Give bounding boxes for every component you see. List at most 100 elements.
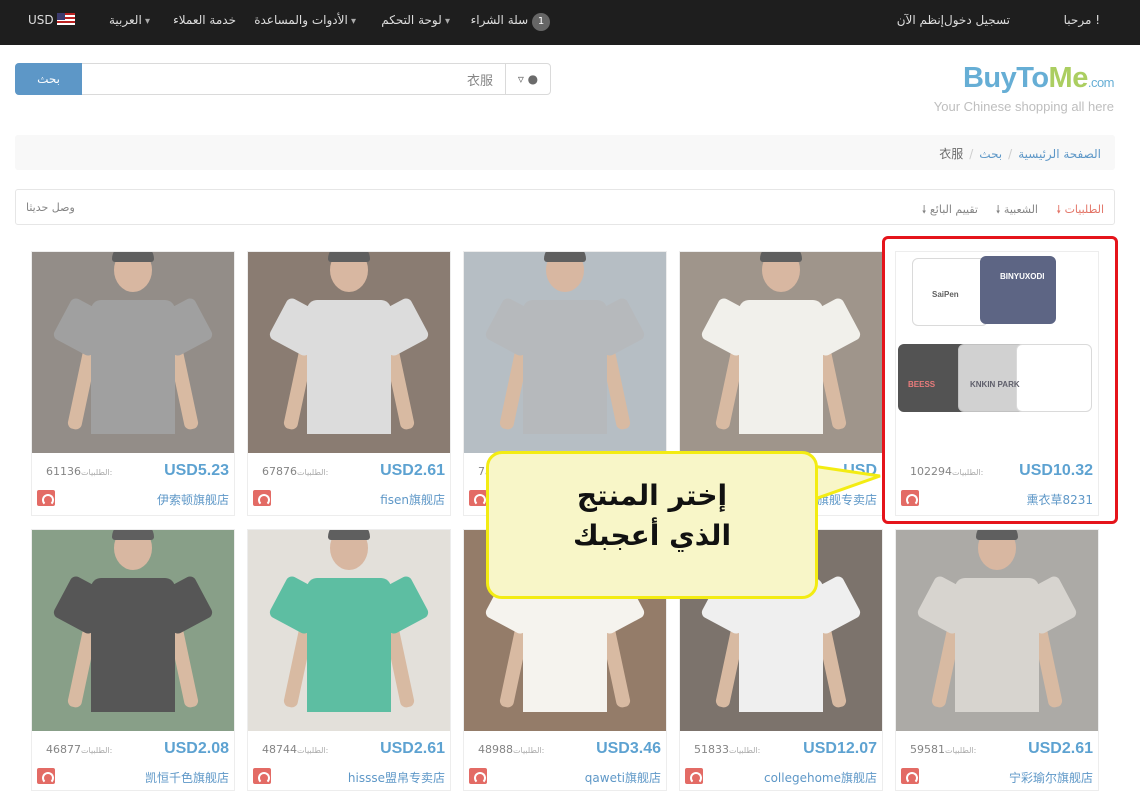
product-image[interactable] <box>464 252 666 453</box>
store-icon[interactable] <box>901 768 919 784</box>
user-icon: ▿ ● <box>517 72 539 86</box>
tshirt-illustration <box>267 252 431 435</box>
orders-label: الطلبيات: <box>513 746 545 755</box>
callout-line-2: الذي أعجبك <box>572 519 732 552</box>
product-card[interactable]: USD2.61 48744الطلبيات: hissse盟帛专卖店 <box>247 529 451 791</box>
orders-count: 48744 <box>262 743 297 756</box>
sort-by-orders[interactable]: 🠗 الطلبيات <box>1056 201 1104 220</box>
shop-name-link[interactable]: qaweti旗舰店 <box>585 769 661 786</box>
product-image[interactable] <box>32 530 234 731</box>
tshirt-illustration <box>915 530 1079 713</box>
product-orders: 48988الطلبيات: <box>478 743 544 756</box>
customer-service-link[interactable]: خدمة العملاء <box>173 13 236 27</box>
product-price: USD3.46 <box>596 740 661 757</box>
product-image[interactable] <box>248 530 450 731</box>
logo-part-me: Me <box>1048 62 1089 94</box>
product-orders: 67876الطلبيات: <box>262 465 328 478</box>
logo-slogan: Your Chinese shopping all here <box>933 99 1114 114</box>
language-menu[interactable]: العربية <box>109 13 150 27</box>
orders-label: الطلبيات: <box>945 746 977 755</box>
login-link[interactable]: تسجيل دخول <box>944 13 1010 27</box>
product-card[interactable]: USD2.08 46877الطلبيات: 凯恒千色旗舰店 <box>31 529 235 791</box>
us-flag-icon <box>57 13 76 25</box>
product-price: USD12.07 <box>803 740 877 757</box>
product-image[interactable] <box>896 530 1098 731</box>
tshirt-illustration <box>483 252 647 435</box>
store-icon[interactable] <box>253 768 271 784</box>
store-icon[interactable] <box>685 768 703 784</box>
tshirt-illustration <box>51 252 215 435</box>
product-orders: 51833الطلبيات: <box>694 743 760 756</box>
shop-name-link[interactable]: fisen旗舰店 <box>380 491 445 508</box>
product-card[interactable]: USD2.61 67876الطلبيات: fisen旗舰店 <box>247 251 451 516</box>
product-image[interactable] <box>32 252 234 453</box>
sort-by-seller-rating[interactable]: 🠗 تقييم البائع <box>922 201 978 220</box>
search-type-dropdown[interactable]: ▿ ● <box>506 64 550 94</box>
shop-name-link[interactable]: 宁彩瑜尔旗舰店 <box>1009 769 1093 786</box>
orders-count: 46877 <box>46 743 81 756</box>
shop-name-link[interactable]: 伊索顿旗舰店 <box>157 491 229 508</box>
search-button[interactable]: بحث <box>15 63 82 95</box>
store-icon[interactable] <box>469 490 487 506</box>
store-icon[interactable] <box>37 768 55 784</box>
currency-menu[interactable]: USD <box>28 13 76 27</box>
orders-label: الطلبيات: <box>81 746 113 755</box>
sort-down-icon: 🠗 <box>1056 203 1062 216</box>
product-image[interactable] <box>680 252 882 453</box>
tshirt-illustration <box>267 530 431 713</box>
store-icon[interactable] <box>469 768 487 784</box>
join-link[interactable]: إنظم الآن <box>897 13 944 27</box>
tshirt-illustration <box>699 252 863 435</box>
search-input[interactable] <box>82 64 506 94</box>
product-card[interactable]: USD2.61 59581الطلبيات: 宁彩瑜尔旗舰店 <box>895 529 1099 791</box>
store-icon[interactable] <box>253 490 271 506</box>
shop-name-link[interactable]: hissse盟帛专卖店 <box>348 769 445 786</box>
cart-count-badge: 1 <box>532 13 550 31</box>
site-logo[interactable]: BuyToMe.com Your Chinese shopping all he… <box>933 62 1115 114</box>
breadcrumb-search-link[interactable]: بحث <box>979 147 1002 161</box>
orders-count: 48988 <box>478 743 513 756</box>
dashboard-menu[interactable]: لوحة التحكم <box>381 13 450 27</box>
sort-seller-rating-label: تقييم البائع <box>929 203 978 216</box>
orders-label: الطلبيات: <box>297 468 329 477</box>
currency-label: USD <box>28 13 54 27</box>
product-price: USD2.61 <box>380 740 445 757</box>
orders-count: 61136 <box>46 465 81 478</box>
orders-label: الطلبيات: <box>729 746 761 755</box>
tools-help-menu[interactable]: الأدوات والمساعدة <box>254 13 356 27</box>
store-icon[interactable] <box>37 490 55 506</box>
sort-orders-label: الطلبيات <box>1064 203 1104 216</box>
orders-count: 67876 <box>262 465 297 478</box>
product-orders: 59581الطلبيات: <box>910 743 976 756</box>
orders-count: 59581 <box>910 743 945 756</box>
sort-by-popularity[interactable]: 🠗 الشعبية <box>996 201 1038 220</box>
callout-pointer <box>812 464 881 502</box>
product-price: USD2.61 <box>380 462 445 479</box>
shop-name-link[interactable]: 凯恒千色旗舰店 <box>145 769 229 786</box>
product-price: USD2.61 <box>1028 740 1093 757</box>
sort-by-newest[interactable]: وصل حديثا <box>26 201 75 214</box>
search-bar: بحث ▿ ● <box>15 63 551 95</box>
callout-line-1: إختر المنتج <box>576 479 728 512</box>
product-orders: 46877الطلبيات: <box>46 743 112 756</box>
orders-label: الطلبيات: <box>81 468 113 477</box>
sort-bar: 🠗 الطلبيات 🠗 الشعبية 🠗 تقييم البائع وصل … <box>15 189 1115 225</box>
orders-count: 51833 <box>694 743 729 756</box>
sort-down-icon: 🠗 <box>921 203 927 216</box>
breadcrumb-home-link[interactable]: الصفحة الرئيسية <box>1018 147 1101 161</box>
orders-label: الطلبيات: <box>297 746 329 755</box>
product-orders: 48744الطلبيات: <box>262 743 328 756</box>
cart-label: سلة الشراء <box>470 13 529 27</box>
tshirt-illustration <box>51 530 215 713</box>
product-image[interactable] <box>248 252 450 453</box>
shop-name-link[interactable]: collegehome旗舰店 <box>764 769 877 786</box>
sort-down-icon: 🠗 <box>995 203 1001 216</box>
breadcrumb: الصفحة الرئيسية/بحث/衣服 <box>15 135 1115 170</box>
product-card[interactable]: USD5.23 61136الطلبيات: 伊索顿旗舰店 <box>31 251 235 516</box>
breadcrumb-current: 衣服 <box>939 147 964 161</box>
logo-part-buyto: BuyTo <box>962 62 1049 94</box>
top-navigation-bar: مرحبا ! تسجيل دخول إنظم الآن سلة الشراء … <box>0 0 1140 45</box>
cart-link[interactable]: سلة الشراء 1 <box>471 13 550 31</box>
product-price: USD2.08 <box>164 740 229 757</box>
product-orders: 61136الطلبيات: <box>46 465 112 478</box>
